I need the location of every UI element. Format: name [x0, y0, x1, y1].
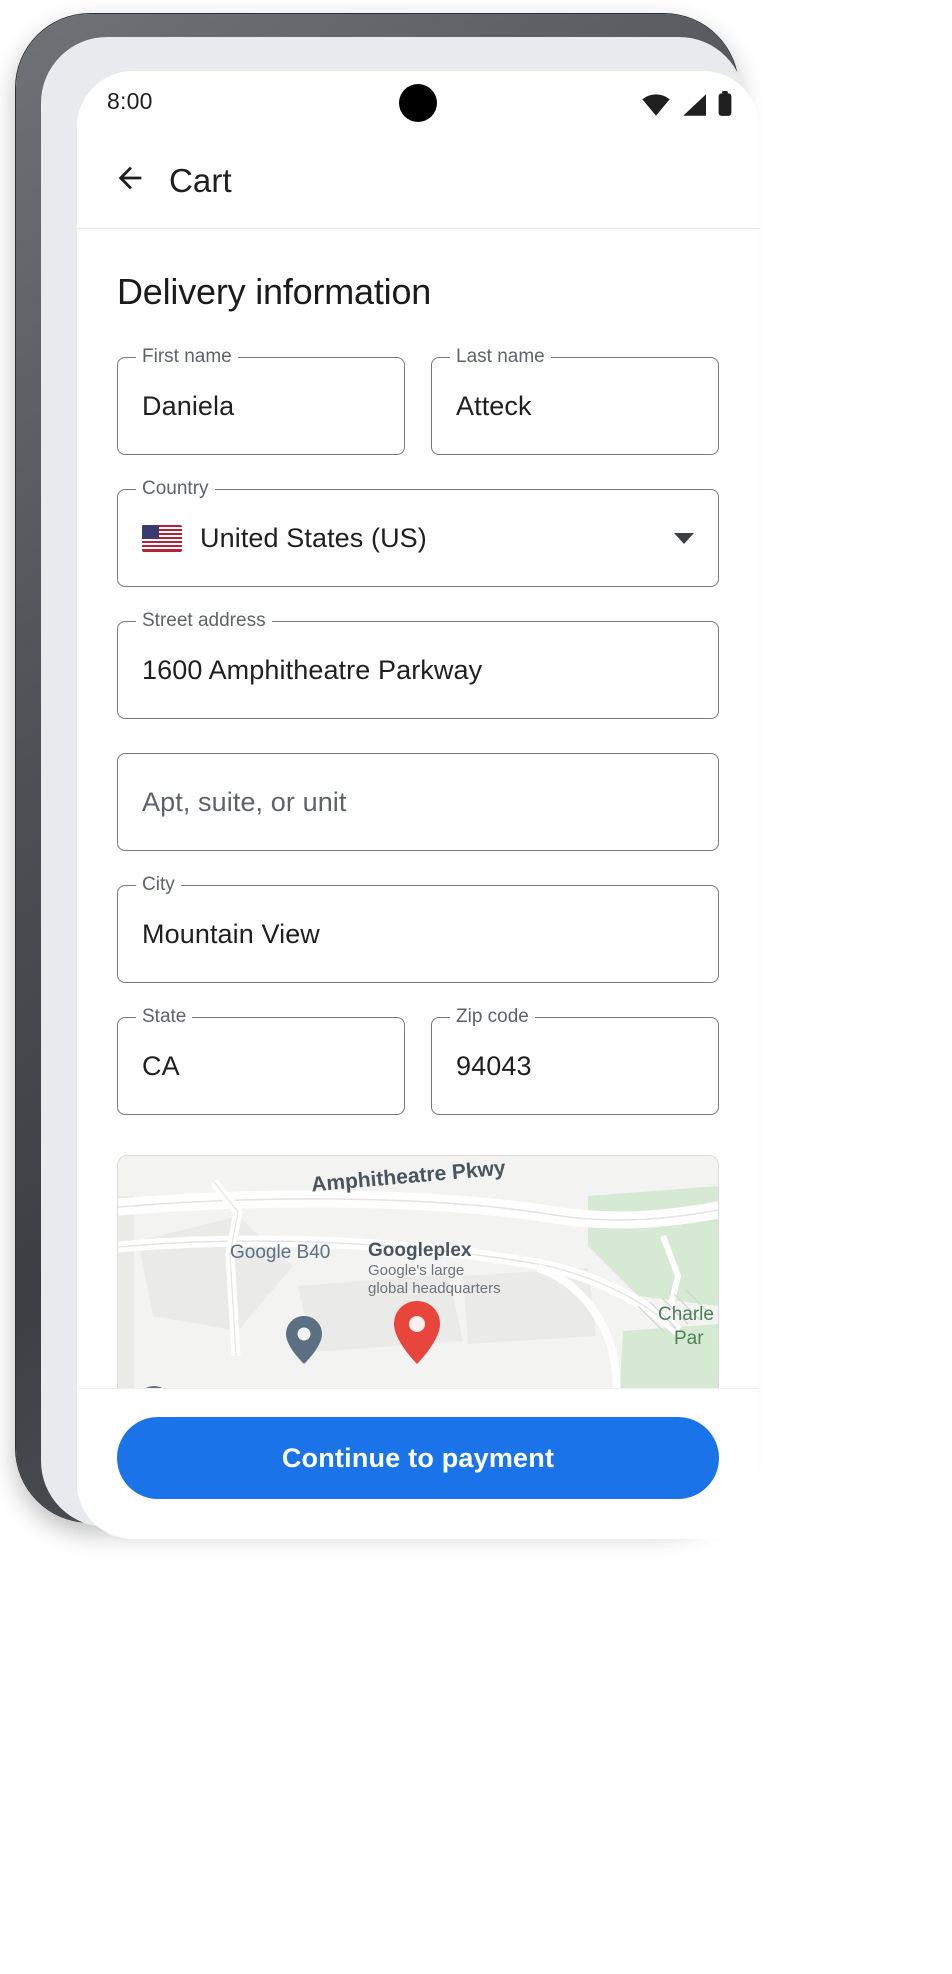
camera-punch-hole	[399, 84, 437, 122]
state-label: State	[136, 1006, 193, 1028]
arrow-back-icon	[113, 161, 147, 200]
street-address-value: 1600 Amphitheatre Parkway	[142, 654, 483, 685]
screenshot-root: 8:00 Cart Delivery information First nam…	[0, 0, 952, 1974]
zip-value: 94043	[456, 1050, 532, 1081]
first-name-value: Daniela	[142, 390, 235, 421]
map-poi-googleplex-label: Googleplex	[368, 1240, 472, 1261]
map-poi-googleplex-sub-1: Google's large	[368, 1262, 465, 1279]
country-label: Country	[136, 478, 215, 500]
state-zip-row: State CA Zip code 94043	[117, 983, 719, 1115]
last-name-input[interactable]: Last name Atteck	[431, 346, 719, 455]
field-apt[interactable]: Apt, suite, or unit	[117, 753, 719, 851]
status-bar: 8:00	[77, 71, 759, 133]
map-park-label-1: Charle	[658, 1304, 714, 1325]
phone-screen: 8:00 Cart Delivery information First nam…	[77, 71, 759, 1539]
country-select[interactable]: Country United States (US)	[117, 478, 719, 587]
field-street-address[interactable]: Street address 1600 Amphitheatre Parkway	[117, 610, 719, 719]
footer-bar: Continue to payment	[77, 1388, 759, 1539]
map-preview[interactable]: Amphitheatre Pkwy Google B40 Googleplex …	[117, 1155, 719, 1415]
field-zip[interactable]: Zip code 94043	[431, 1006, 719, 1115]
field-state[interactable]: State CA	[117, 1006, 405, 1115]
app-bar: Cart	[77, 133, 759, 229]
first-name-label: First name	[136, 346, 238, 368]
name-row: First name Daniela Last name Atteck	[117, 323, 719, 455]
continue-to-payment-button[interactable]: Continue to payment	[117, 1417, 719, 1499]
status-icons	[641, 85, 733, 117]
wifi-icon	[641, 93, 671, 117]
section-heading: Delivery information	[117, 271, 432, 312]
map-poi-googleplex-sub-2: global headquarters	[368, 1280, 501, 1297]
state-input[interactable]: State CA	[117, 1006, 405, 1115]
city-value: Mountain View	[142, 918, 320, 949]
cell-signal-icon	[680, 93, 708, 117]
street-address-input[interactable]: Street address 1600 Amphitheatre Parkway	[117, 610, 719, 719]
chevron-down-icon[interactable]	[674, 532, 694, 544]
map-park-label-2: Par	[674, 1328, 704, 1349]
country-value: United States (US)	[200, 522, 427, 553]
scroll-content[interactable]: Delivery information First name Daniela	[77, 229, 759, 1539]
state-value: CA	[142, 1050, 180, 1081]
city-input[interactable]: City Mountain View	[117, 874, 719, 983]
zip-label: Zip code	[450, 1006, 535, 1028]
status-time: 8:00	[107, 88, 153, 114]
street-address-label: Street address	[136, 610, 272, 632]
last-name-label: Last name	[450, 346, 551, 368]
map-poi-b40-label: Google B40	[230, 1242, 331, 1263]
last-name-value: Atteck	[456, 390, 532, 421]
phone-frame: 8:00 Cart Delivery information First nam…	[16, 14, 759, 1539]
field-last-name[interactable]: Last name Atteck	[431, 346, 719, 455]
field-country[interactable]: Country United States (US)	[117, 478, 719, 587]
apt-placeholder: Apt, suite, or unit	[142, 786, 347, 817]
battery-icon	[717, 91, 733, 117]
field-city[interactable]: City Mountain View	[117, 874, 719, 983]
back-button[interactable]	[107, 158, 153, 204]
field-first-name[interactable]: First name Daniela	[117, 346, 405, 455]
zip-input[interactable]: Zip code 94043	[431, 1006, 719, 1115]
delivery-form: First name Daniela Last name Atteck Coun…	[77, 323, 759, 1115]
first-name-input[interactable]: First name Daniela	[117, 346, 405, 455]
phone-bezel: 8:00 Cart Delivery information First nam…	[41, 37, 759, 1539]
us-flag-icon	[142, 524, 182, 552]
apt-input[interactable]: Apt, suite, or unit	[117, 753, 719, 851]
page-title: Cart	[169, 161, 232, 199]
city-label: City	[136, 874, 181, 896]
